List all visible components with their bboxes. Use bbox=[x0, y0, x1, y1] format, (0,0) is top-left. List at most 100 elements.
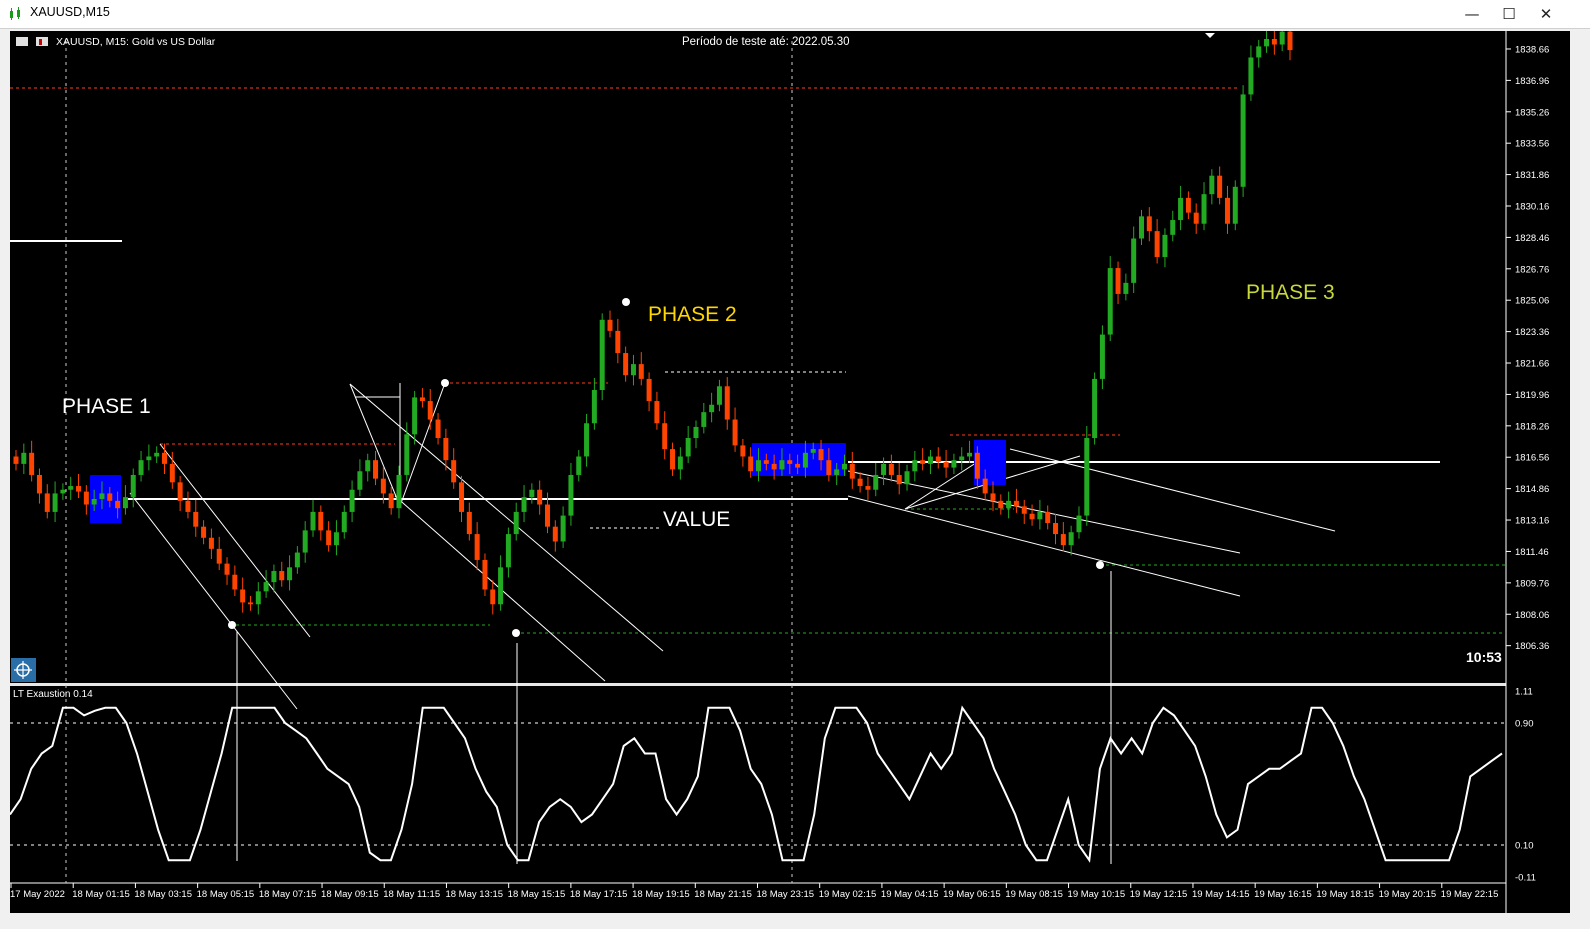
fractal-marker-high bbox=[441, 379, 449, 387]
candle-body bbox=[654, 401, 660, 424]
candle-body bbox=[380, 478, 386, 494]
time-tick-label: 18 May 11:15 bbox=[383, 889, 440, 900]
crosshair-icon[interactable] bbox=[11, 658, 36, 682]
price-tick-label: 1836.96 bbox=[1515, 76, 1549, 87]
candle-body bbox=[693, 426, 699, 439]
maximize-button[interactable]: ☐ bbox=[1493, 4, 1525, 24]
price-tick-label: 1821.66 bbox=[1515, 359, 1549, 370]
candle-body bbox=[1068, 532, 1074, 546]
candle-body bbox=[841, 463, 847, 470]
candle-body bbox=[162, 452, 168, 464]
candle-body bbox=[466, 511, 472, 535]
candle-body bbox=[1279, 31, 1285, 45]
candle-body bbox=[427, 401, 433, 420]
candle-body bbox=[1006, 500, 1012, 509]
candle-body bbox=[748, 456, 754, 472]
candle-body bbox=[1170, 220, 1176, 235]
candle-body bbox=[1076, 515, 1082, 533]
candle-body bbox=[318, 511, 324, 531]
candle-body bbox=[99, 493, 105, 499]
candle-body bbox=[1178, 197, 1184, 221]
candle-body bbox=[365, 460, 371, 472]
time-tick-label: 18 May 23:15 bbox=[757, 889, 815, 900]
fractal-marker-high bbox=[622, 298, 630, 306]
candle-body bbox=[1123, 282, 1129, 294]
price-tick-label: 1818.26 bbox=[1515, 421, 1549, 432]
server-clock: 10:53 bbox=[1466, 649, 1502, 665]
candle-body bbox=[373, 460, 379, 479]
candle-body bbox=[60, 489, 66, 494]
candle-body bbox=[1146, 216, 1152, 232]
candle-body bbox=[357, 471, 363, 490]
candle-body bbox=[959, 456, 965, 461]
time-tick-label: 18 May 05:15 bbox=[197, 889, 255, 900]
candle-body bbox=[646, 378, 652, 402]
candle-body bbox=[521, 497, 527, 512]
candle-body bbox=[638, 364, 644, 379]
time-tick-label: 19 May 08:15 bbox=[1005, 889, 1063, 900]
candle-body bbox=[412, 397, 418, 435]
candle-body bbox=[169, 463, 175, 483]
candle-body bbox=[795, 463, 801, 468]
candle-body bbox=[122, 497, 128, 509]
value-label: VALUE bbox=[663, 508, 730, 531]
time-tick-label: 19 May 14:15 bbox=[1192, 889, 1250, 900]
trend-lines bbox=[129, 382, 1336, 864]
candle-body bbox=[607, 319, 613, 331]
candle-body bbox=[630, 364, 636, 376]
price-tick-label: 1831.86 bbox=[1515, 170, 1549, 181]
candle-body bbox=[544, 504, 550, 527]
candle-body bbox=[1013, 500, 1019, 507]
candle-body bbox=[1271, 39, 1277, 45]
phase2-label: PHASE 2 bbox=[648, 303, 737, 326]
time-tick-label: 19 May 10:15 bbox=[1068, 889, 1126, 900]
candle-body bbox=[83, 491, 89, 505]
candle-body bbox=[904, 471, 910, 485]
indicator-name: LT Exaustion 0.14 bbox=[13, 689, 93, 700]
indicator-axis: 1.11 0.90 0.10 -0.11 bbox=[1515, 687, 1536, 884]
candle-body bbox=[709, 404, 715, 413]
indicator-scale-label: 0.90 bbox=[1515, 719, 1534, 730]
candle-body bbox=[349, 489, 355, 512]
candle-body bbox=[1248, 57, 1254, 95]
price-tick-label: 1826.76 bbox=[1515, 264, 1549, 275]
candle-body bbox=[208, 537, 214, 549]
minimize-button[interactable]: — bbox=[1456, 4, 1488, 24]
candle-body bbox=[740, 445, 746, 457]
candle-body bbox=[255, 591, 261, 605]
time-tick-label: 18 May 15:15 bbox=[508, 889, 566, 900]
candle-body bbox=[419, 397, 425, 402]
time-tick-label: 19 May 18:15 bbox=[1316, 889, 1374, 900]
candle-body bbox=[685, 438, 691, 457]
candle-body bbox=[388, 493, 394, 509]
time-tick-label: 19 May 22:15 bbox=[1441, 889, 1499, 900]
candle-body bbox=[1217, 175, 1223, 198]
price-chart[interactable]: XAUUSD, M15: Gold vs US Dollar Período d… bbox=[10, 31, 1570, 913]
price-tick-label: 1814.86 bbox=[1515, 484, 1549, 495]
time-tick-label: 19 May 04:15 bbox=[881, 889, 939, 900]
candle-body bbox=[302, 530, 308, 553]
price-tick-label: 1833.56 bbox=[1515, 139, 1549, 150]
price-tick-label: 1838.66 bbox=[1515, 44, 1549, 55]
candle-body bbox=[1264, 39, 1270, 47]
candle-body bbox=[615, 330, 621, 354]
close-button[interactable]: ✕ bbox=[1530, 4, 1562, 24]
candle-body bbox=[1256, 46, 1262, 58]
candle-body bbox=[240, 589, 246, 603]
test-period-label: Período de teste até: 2022.05.30 bbox=[682, 36, 850, 48]
candle-body bbox=[982, 478, 988, 494]
candle-body bbox=[1232, 186, 1238, 224]
candle-body bbox=[1287, 31, 1293, 51]
candle-body bbox=[52, 493, 58, 512]
candle-body bbox=[584, 423, 590, 457]
candle-body bbox=[490, 589, 496, 605]
pane-separator bbox=[10, 683, 1506, 686]
candle-body bbox=[896, 474, 902, 485]
candle-body bbox=[341, 511, 347, 533]
candle-body bbox=[1201, 194, 1207, 224]
candle-body bbox=[779, 460, 785, 470]
chart-frame[interactable]: XAUUSD, M15: Gold vs US Dollar Período d… bbox=[10, 31, 1570, 913]
candle-body bbox=[404, 434, 410, 475]
candle-body bbox=[732, 419, 738, 446]
time-tick-label: 19 May 12:15 bbox=[1130, 889, 1188, 900]
